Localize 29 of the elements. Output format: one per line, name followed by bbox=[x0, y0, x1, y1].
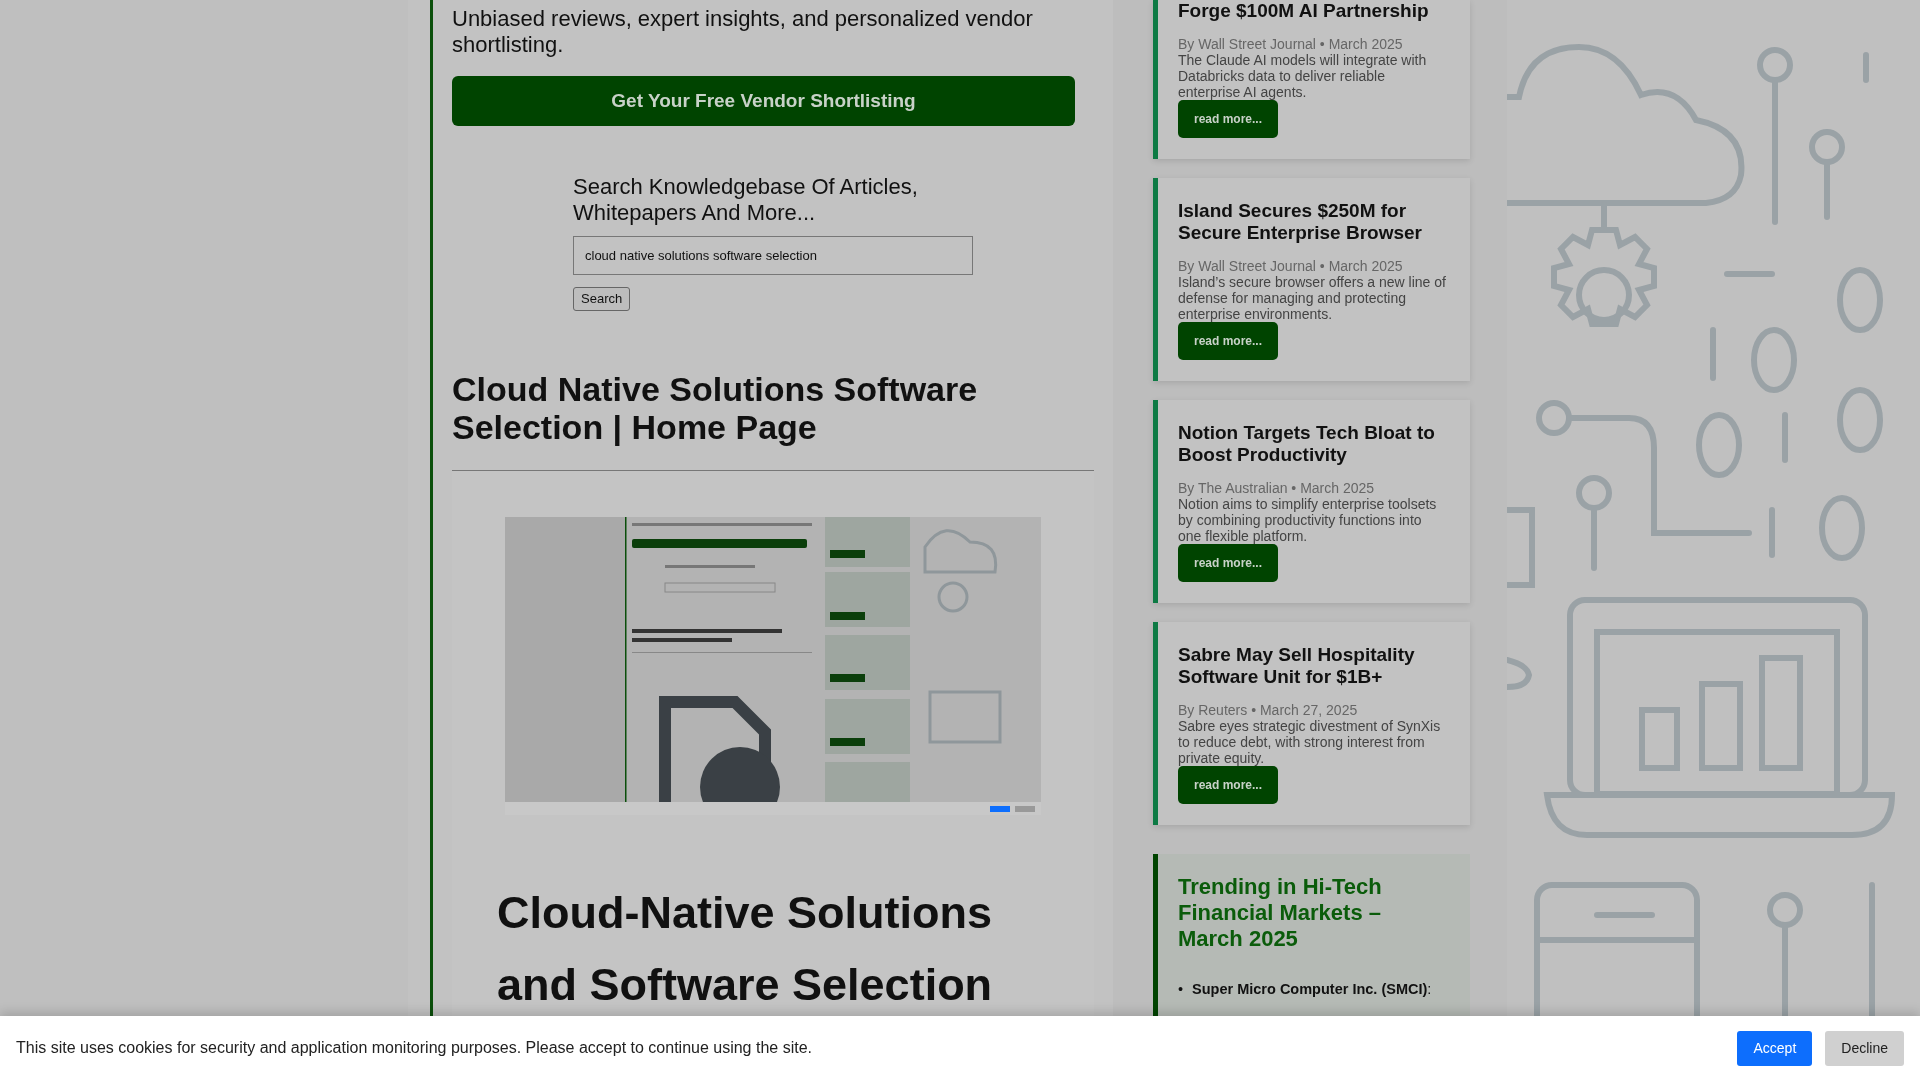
news-byline: By Reuters • March 27, 2025 bbox=[1178, 702, 1359, 718]
news-summary: Island’s secure browser offers a new line of defense for managing and protecting enterprise environments. bbox=[1178, 274, 1447, 322]
trending-item: Super Micro Computer Inc. (SMCI): bbox=[1192, 980, 1432, 998]
article-heading: Cloud-Native Solutions and Software Selection bbox=[497, 885, 994, 1012]
news-byline: By The Australian • March 2025 bbox=[1178, 480, 1376, 496]
read-more-button[interactable]: read more... bbox=[1178, 766, 1279, 804]
read-more-button[interactable]: read more... bbox=[1178, 100, 1279, 138]
decline-button[interactable]: Decline bbox=[1825, 1030, 1904, 1066]
read-more-button[interactable]: read more... bbox=[1178, 544, 1279, 582]
news-byline: By Wall Street Journal • March 2025 bbox=[1178, 36, 1404, 52]
news-summary: Notion aims to simplify enterprise toolsets by combining productivity functions into one flexible platform. bbox=[1178, 496, 1438, 544]
news-title: Island Secures $250M for Secure Enterprise Browser bbox=[1178, 200, 1423, 244]
tagline: Unbiased reviews, expert insights, and personalized vendor shortlisting. bbox=[452, 6, 1034, 58]
news-summary: Sabre eyes strategic divestment of SynXis to reduce debt, with strong interest from private equity. bbox=[1178, 718, 1442, 766]
search-heading: Search Knowledgebase Of Articles, Whitepapers And More... bbox=[573, 174, 919, 226]
bullet-marker: • bbox=[1178, 980, 1184, 998]
news-title: Forge $100M AI Partnership bbox=[1178, 0, 1430, 22]
cookie-message: This site uses cookies for security and application monitoring purposes. Please accept to continue using the site. bbox=[16, 1038, 812, 1058]
search-field[interactable]: cloud native solutions software selection bbox=[573, 236, 973, 275]
search-button[interactable]: Search bbox=[573, 287, 631, 311]
news-summary: The Claude AI models will integrate with Databricks data to deliver reliable enterprise AI agents. bbox=[1178, 52, 1428, 100]
news-title: Sabre May Sell Hospitality Software Unit for $1B+ bbox=[1178, 644, 1416, 688]
shortlisting-button[interactable]: Get Your Free Vendor Shortlisting bbox=[452, 76, 1075, 126]
read-more-button[interactable]: read more... bbox=[1178, 322, 1279, 360]
news-byline: By Wall Street Journal • March 2025 bbox=[1178, 258, 1404, 274]
news-title: Notion Targets Tech Bloat to Boost Productivity bbox=[1178, 422, 1436, 466]
trending-title: Trending in Hi-Tech Financial Markets – March 2025 bbox=[1178, 874, 1383, 952]
page-title: Cloud Native Solutions Software Selection | Home Page bbox=[452, 369, 979, 446]
accept-button[interactable]: Accept bbox=[1737, 1030, 1813, 1066]
